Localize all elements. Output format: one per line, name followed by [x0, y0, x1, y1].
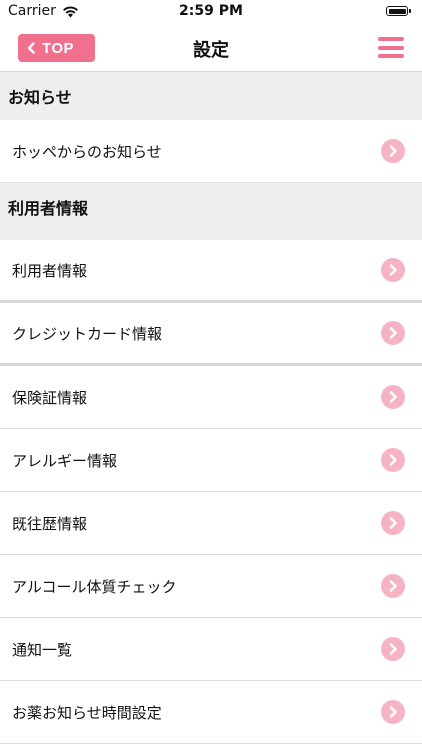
chevron-right-circle-icon [381, 258, 405, 282]
list-item-insurance-card[interactable]: 保険証情報 [0, 366, 422, 429]
list-item-label: アルコール体質チェック [12, 577, 177, 596]
list-item-label: 既往歴情報 [12, 514, 88, 533]
page-title: 設定 [193, 40, 229, 61]
list-item-medical-history[interactable]: 既往歴情報 [0, 492, 422, 555]
chevron-right-circle-icon [381, 321, 405, 345]
chevron-right-circle-icon [381, 637, 405, 661]
navigation-bar: TOP 設定 [0, 24, 422, 72]
section-header-notices: お知らせ [0, 72, 422, 120]
hamburger-menu-icon[interactable] [378, 37, 404, 58]
list-item-hoppe-notices[interactable]: ホッペからのお知らせ [0, 120, 422, 183]
list-item-label: アレルギー情報 [12, 451, 118, 470]
settings-list: お知らせ ホッペからのお知らせ 利用者情報 利用者情報 クレジットカード情報 保… [0, 72, 422, 744]
list-item-label: 保険証情報 [12, 388, 88, 407]
chevron-right-circle-icon [381, 385, 405, 409]
chevron-right-circle-icon [381, 448, 405, 472]
list-item-medicine-reminder[interactable]: お薬お知らせ時間設定 [0, 681, 422, 744]
settings-screen: Carrier 2:59 PM TOP 設定 お知らせ ホッペからのお知らせ 利… [0, 0, 422, 750]
chevron-right-circle-icon [381, 574, 405, 598]
list-item-label: 通知一覧 [12, 640, 73, 659]
chevron-right-circle-icon [381, 700, 405, 724]
list-item-user-info[interactable]: 利用者情報 [0, 240, 422, 303]
list-item-alcohol-check[interactable]: アルコール体質チェック [0, 555, 422, 618]
chevron-right-circle-icon [381, 511, 405, 535]
chevron-right-circle-icon [381, 139, 405, 163]
status-bar: Carrier 2:59 PM [0, 0, 422, 24]
battery-icon [386, 6, 411, 16]
list-item-notifications[interactable]: 通知一覧 [0, 618, 422, 681]
list-item-credit-card[interactable]: クレジットカード情報 [0, 303, 422, 366]
list-item-label: お薬お知らせ時間設定 [12, 703, 162, 722]
status-time: 2:59 PM [179, 3, 243, 19]
list-item-allergy[interactable]: アレルギー情報 [0, 429, 422, 492]
list-item-label: ホッペからのお知らせ [12, 142, 162, 161]
list-item-label: クレジットカード情報 [12, 324, 163, 343]
list-item-label: 利用者情報 [12, 261, 88, 280]
section-header-user-info: 利用者情報 [0, 183, 422, 240]
